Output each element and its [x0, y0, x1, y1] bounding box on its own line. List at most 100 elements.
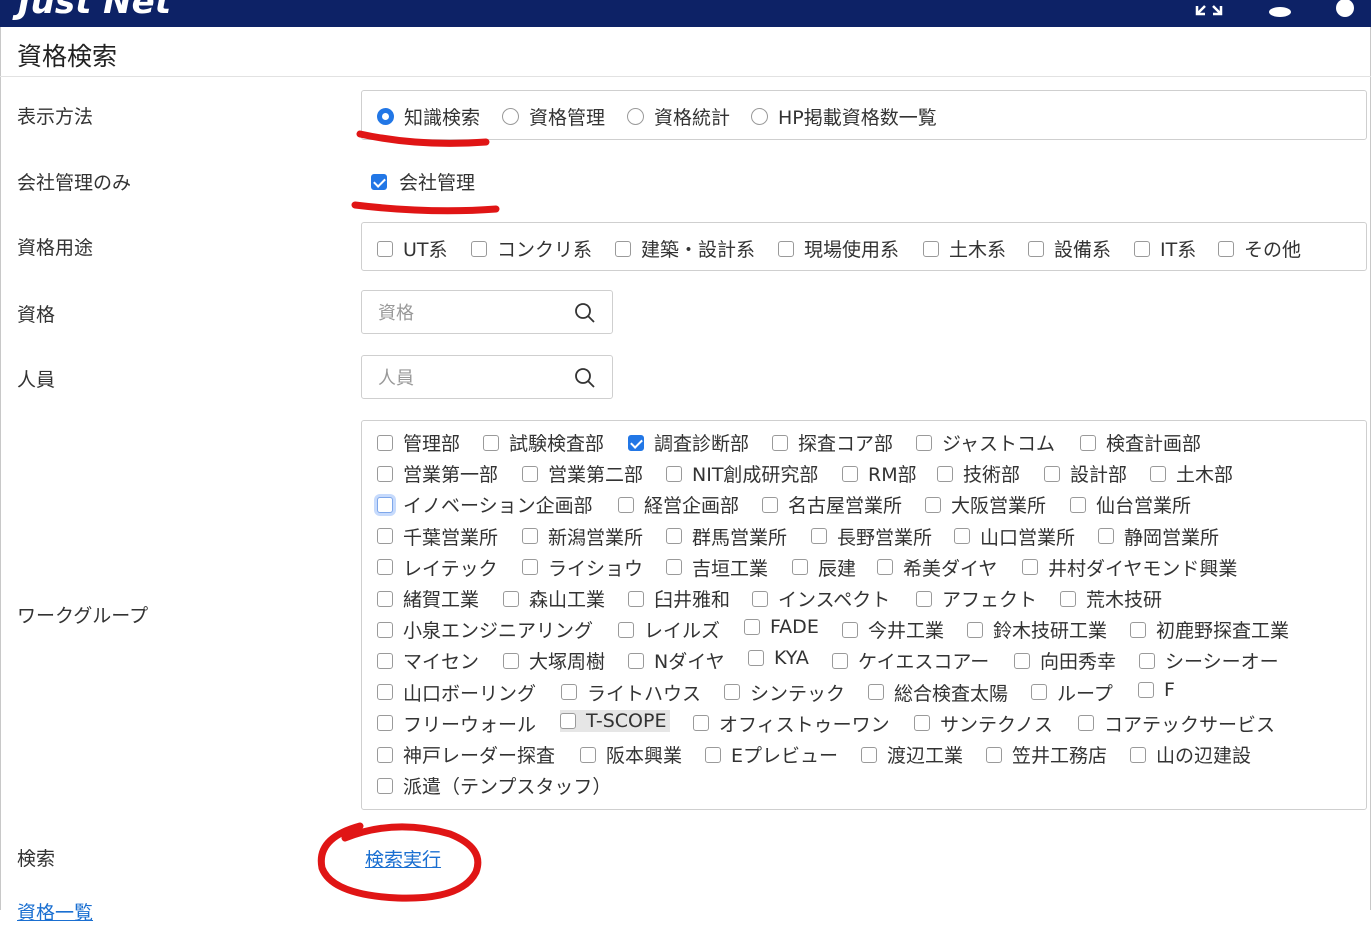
checkbox[interactable] [377, 559, 393, 576]
checkbox-option[interactable]: Nダイヤ [628, 647, 725, 674]
checkbox[interactable] [666, 465, 682, 482]
checkbox-option[interactable]: KYA [748, 647, 809, 669]
checkbox-option[interactable]: 調査診断部 [628, 429, 749, 456]
checkbox[interactable] [522, 559, 538, 576]
checkbox[interactable] [377, 746, 393, 763]
checkbox-option[interactable]: 山口営業所 [954, 523, 1075, 550]
checkbox-option[interactable]: 向田秀幸 [1014, 647, 1116, 674]
checkbox[interactable] [811, 528, 827, 545]
checkbox-option[interactable]: 現場使用系 [778, 235, 899, 262]
checkbox[interactable] [503, 652, 519, 669]
radio-qualification-management[interactable]: 資格管理 [502, 103, 605, 130]
checkbox[interactable] [861, 746, 877, 763]
search-icon[interactable] [574, 367, 596, 389]
checkbox-option[interactable]: レイルズ [618, 616, 720, 643]
checkbox[interactable] [618, 621, 634, 638]
checkbox[interactable] [923, 240, 939, 257]
checkbox-option[interactable]: 山の辺建設 [1130, 741, 1251, 768]
checkbox[interactable] [618, 496, 634, 513]
checkbox[interactable] [1138, 681, 1154, 698]
checkbox-option[interactable]: 静岡営業所 [1098, 523, 1219, 550]
checkbox[interactable] [377, 434, 393, 451]
checkbox-option[interactable]: オフィストゥーワン [693, 710, 890, 737]
expand-icon[interactable] [1194, 0, 1224, 20]
checkbox-option[interactable]: ケイエスコアー [832, 647, 989, 674]
checkbox[interactable] [925, 496, 941, 513]
checkbox[interactable] [1098, 528, 1114, 545]
checkbox-option[interactable]: 千葉営業所 [377, 523, 498, 550]
checkbox[interactable] [377, 777, 393, 794]
checkbox[interactable] [615, 240, 631, 257]
checkbox[interactable] [1134, 240, 1150, 257]
checkbox-option[interactable]: 営業第一部 [377, 460, 498, 487]
checkbox[interactable] [705, 746, 721, 763]
checkbox[interactable] [986, 746, 1002, 763]
checkbox-option[interactable]: 吉垣工業 [666, 554, 768, 581]
checkbox-option[interactable]: Eプレビュー [705, 741, 838, 768]
checkbox[interactable] [666, 528, 682, 545]
checkbox-option[interactable]: 群馬営業所 [666, 523, 787, 550]
radio-button[interactable] [502, 108, 519, 125]
checkbox-option[interactable]: 土木部 [1150, 460, 1233, 487]
checkbox[interactable] [954, 528, 970, 545]
checkbox-option[interactable]: サンテクノス [914, 710, 1053, 737]
checkbox[interactable] [377, 715, 393, 732]
checkbox[interactable] [1028, 240, 1044, 257]
checkbox-option[interactable]: 検査計画部 [1080, 429, 1201, 456]
checkbox[interactable] [560, 712, 576, 729]
app-logo[interactable]: Just Net [18, 0, 171, 22]
checkbox-option[interactable]: 設備系 [1028, 235, 1111, 262]
checkbox[interactable] [916, 434, 932, 451]
checkbox-option[interactable]: 設計部 [1044, 460, 1127, 487]
checkbox-option[interactable]: 緒賀工業 [377, 585, 479, 612]
radio-button[interactable] [751, 108, 768, 125]
checkbox[interactable] [561, 684, 577, 701]
checkbox[interactable] [628, 434, 644, 451]
checkbox[interactable] [762, 496, 778, 513]
checkbox-option[interactable]: UT系 [377, 235, 448, 262]
checkbox-option[interactable]: T-SCOPE [560, 709, 671, 732]
qualification-input[interactable] [376, 300, 570, 326]
checkbox-option[interactable]: シンテック [724, 679, 845, 706]
radio-knowledge-search[interactable]: 知識検索 [377, 103, 480, 130]
checkbox[interactable] [724, 684, 740, 701]
checkbox[interactable] [1080, 434, 1096, 451]
checkbox[interactable] [1218, 240, 1234, 257]
checkbox-option[interactable]: 初鹿野探査工業 [1130, 616, 1289, 643]
checkbox[interactable] [842, 465, 858, 482]
checkbox-option[interactable]: 渡辺工業 [861, 741, 963, 768]
checkbox-option[interactable]: 長野営業所 [811, 523, 932, 550]
checkbox-option[interactable]: 技術部 [937, 460, 1020, 487]
checkbox[interactable] [868, 684, 884, 701]
checkbox[interactable] [371, 173, 387, 190]
checkbox[interactable] [377, 465, 393, 482]
radio-qualification-stats[interactable]: 資格統計 [627, 103, 730, 130]
checkbox-option[interactable]: 阪本興業 [580, 741, 682, 768]
checkbox-option[interactable]: イノベーション企画部 [377, 491, 593, 518]
checkbox[interactable] [1070, 496, 1086, 513]
company-management-checkbox[interactable]: 会社管理 [371, 168, 475, 195]
checkbox[interactable] [792, 559, 808, 576]
checkbox-option[interactable]: インスペクト [752, 585, 890, 612]
checkbox-option[interactable]: 大阪営業所 [925, 491, 1046, 518]
checkbox-option[interactable]: 派遣（テンプスタッフ） [377, 772, 611, 799]
checkbox[interactable] [1130, 746, 1146, 763]
checkbox-option[interactable]: シーシーオー [1139, 647, 1279, 674]
checkbox-option[interactable]: 総合検査太陽 [868, 679, 1008, 706]
checkbox[interactable] [377, 528, 393, 545]
checkbox-option[interactable]: NIT創成研究部 [666, 460, 818, 487]
checkbox-option[interactable]: コンクリ系 [471, 235, 592, 262]
qualification-list-link[interactable]: 資格一覧 [17, 898, 93, 925]
checkbox-option[interactable]: 管理部 [377, 429, 460, 456]
checkbox-option[interactable]: 建築・設計系 [615, 235, 755, 262]
checkbox[interactable] [377, 590, 393, 607]
checkbox[interactable] [522, 465, 538, 482]
radio-hp-listing-count[interactable]: HP掲載資格数一覧 [751, 103, 937, 130]
checkbox-option[interactable]: 新潟営業所 [522, 523, 643, 550]
checkbox-option[interactable]: 辰建 [792, 554, 856, 581]
checkbox[interactable] [522, 528, 538, 545]
checkbox[interactable] [1078, 715, 1094, 732]
checkbox-option[interactable]: 鈴木技研工業 [967, 616, 1107, 643]
checkbox-option[interactable]: IT系 [1134, 235, 1196, 262]
checkbox[interactable] [377, 621, 393, 638]
